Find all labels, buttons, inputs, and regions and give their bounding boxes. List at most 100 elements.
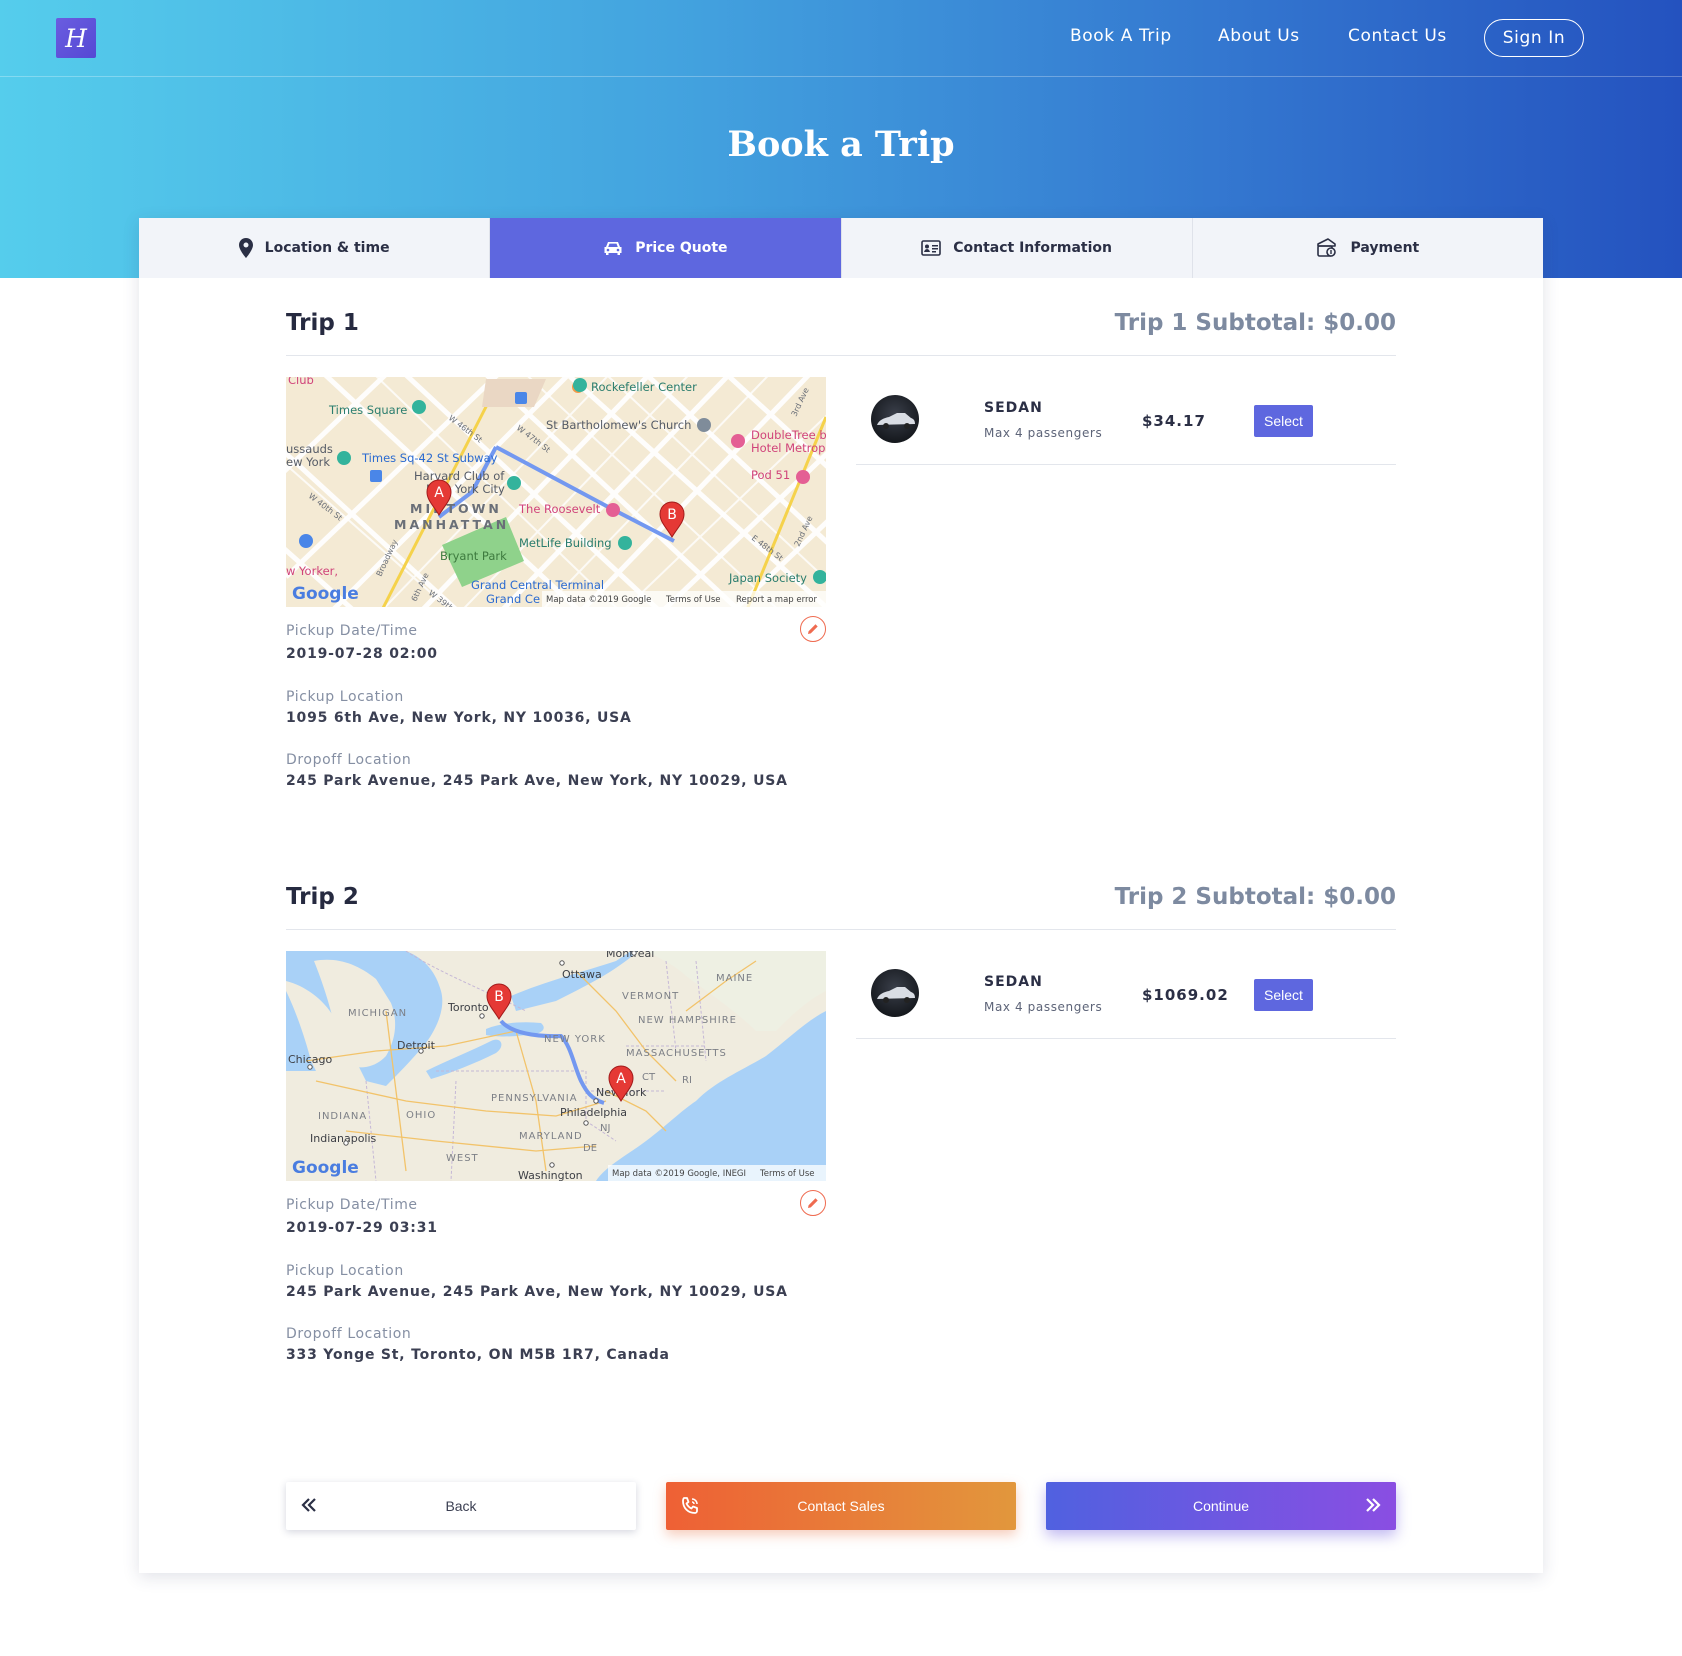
vehicle-avatar	[871, 395, 919, 443]
map-label: St Bartholomew's Church	[546, 418, 691, 432]
subway-icon	[515, 392, 527, 404]
tab-contact-information[interactable]: Contact Information	[841, 218, 1193, 278]
map-label: NEW HAMPSHIRE	[638, 1015, 737, 1026]
map-label: OHIO	[406, 1110, 436, 1121]
divider	[286, 929, 1396, 930]
trip-subtotal: Trip 2 Subtotal: $0.00	[1114, 884, 1396, 910]
map-label: The Roosevelt	[518, 502, 601, 516]
brand-logo[interactable]: H	[56, 18, 96, 58]
sign-in-button[interactable]: Sign In	[1484, 19, 1584, 57]
map-label: VERMONT	[622, 991, 679, 1002]
car-icon	[604, 242, 622, 255]
pickup-datetime: 2019-07-29 03:31	[286, 1220, 438, 1236]
map-attribution: Map data ©2019 Google, INEGI	[612, 1169, 746, 1179]
map-label: Ottawa	[562, 968, 602, 981]
tab-label: Price Quote	[635, 240, 728, 256]
map-label: MetLife Building	[519, 536, 612, 550]
pickup-datetime-label: Pickup Date/Time	[286, 623, 418, 639]
pickup-location-label: Pickup Location	[286, 689, 404, 705]
map-label: DoubleTree b	[751, 428, 826, 442]
map-label: MASSACHUSETTS	[626, 1048, 727, 1059]
map-label: Hotel Metrop	[751, 441, 825, 455]
nav-about-us[interactable]: About Us	[1218, 26, 1300, 46]
map-label: DE	[583, 1143, 597, 1154]
map-label: NJ	[600, 1123, 610, 1134]
map-label: MARYLAND	[519, 1131, 583, 1142]
map-label: Grand Ce	[486, 592, 540, 606]
marker-label: A	[434, 485, 444, 501]
map-label: MICHIGAN	[348, 1008, 407, 1019]
trip-title: Trip 2	[286, 884, 359, 910]
google-logo: Google	[292, 584, 359, 604]
pencil-icon	[808, 624, 818, 634]
map-terms-link[interactable]: Terms of Use	[759, 1169, 815, 1179]
sedan-image	[877, 413, 915, 429]
pickup-location: 1095 6th Ave, New York, NY 10036, USA	[286, 710, 632, 726]
route-map[interactable]: Montreal Ottawa MAINE VERMONT NEW HAMPSH…	[286, 951, 826, 1181]
edit-trip-button[interactable]	[800, 1190, 826, 1216]
map-label: WEST	[446, 1153, 479, 1164]
continue-button[interactable]: Continue	[1046, 1482, 1396, 1530]
map-terms-link[interactable]: Terms of Use	[665, 595, 721, 605]
contact-card-icon	[921, 240, 942, 256]
map-label: NEW YORK	[544, 1034, 606, 1045]
tab-payment[interactable]: Payment	[1192, 218, 1543, 278]
map-label: Times Square	[328, 403, 407, 417]
trip-title: Trip 1	[286, 310, 359, 336]
marker-label: A	[616, 1071, 626, 1087]
dropoff-location: 333 Yonge St, Toronto, ON M5B 1R7, Canad…	[286, 1347, 670, 1363]
divider	[286, 355, 1396, 356]
tab-price-quote[interactable]: Price Quote	[490, 218, 842, 278]
map-label: INDIANA	[318, 1111, 367, 1122]
poi-icon	[507, 476, 521, 490]
vehicle-name: SEDAN	[984, 400, 1043, 416]
vehicle-capacity: Max 4 passengers	[984, 426, 1103, 440]
pickup-datetime: 2019-07-28 02:00	[286, 646, 438, 662]
booking-steps: Location & time Price Quote Contact Info…	[139, 218, 1543, 278]
map-label: ew York	[286, 455, 330, 469]
vehicle-price: $34.17	[1142, 412, 1206, 430]
trip-section: Trip 2 Trip 2 Subtotal: $0.00 Montreal O…	[286, 884, 1396, 1363]
top-navbar: H Book A Trip About Us Contact Us Sign I…	[0, 0, 1682, 77]
poi-icon	[412, 400, 426, 414]
poi-icon	[697, 418, 711, 432]
edit-trip-button[interactable]	[800, 616, 826, 642]
select-vehicle-button[interactable]: Select	[1254, 405, 1313, 437]
marker-label: B	[667, 507, 677, 523]
region-map-image: Montreal Ottawa MAINE VERMONT NEW HAMPSH…	[286, 951, 826, 1181]
back-button[interactable]: Back	[286, 1482, 636, 1530]
city-map-image: Rockefeller Center Times Square St Barth…	[286, 377, 826, 607]
double-chevron-left-icon	[301, 1498, 316, 1512]
poi-icon	[299, 534, 313, 548]
map-label: Indianapolis	[310, 1132, 377, 1145]
map-label: MIDTOWN	[410, 501, 502, 516]
nav-contact-us[interactable]: Contact Us	[1348, 26, 1447, 46]
map-label: Club	[288, 377, 314, 387]
contact-sales-button[interactable]: Contact Sales	[666, 1482, 1016, 1530]
vehicle-option: SEDAN Max 4 passengers $1069.02 Select	[856, 951, 1396, 1039]
poi-icon	[606, 503, 620, 517]
map-pin-icon	[238, 238, 253, 258]
subway-icon	[370, 470, 382, 482]
dropoff-location-label: Dropoff Location	[286, 1326, 412, 1342]
route-map[interactable]: Rockefeller Center Times Square St Barth…	[286, 377, 826, 607]
map-attribution: Map data ©2019 Google	[546, 595, 651, 605]
map-report-link[interactable]: Report a map error	[736, 595, 817, 605]
pencil-icon	[808, 1198, 818, 1208]
map-label: CT	[642, 1072, 656, 1083]
trip-section: Trip 1 Trip 1 Subtotal: $0.00 Rockefelle…	[286, 310, 1396, 789]
tab-label: Payment	[1350, 240, 1420, 256]
map-label: w Yorker,	[286, 564, 338, 578]
tab-label: Contact Information	[953, 240, 1112, 256]
select-vehicle-button[interactable]: Select	[1254, 979, 1313, 1011]
pickup-location-label: Pickup Location	[286, 1263, 404, 1279]
vehicle-name: SEDAN	[984, 974, 1043, 990]
tab-location-and-time[interactable]: Location & time	[139, 218, 491, 278]
map-label: Times Sq-42 St Subway	[361, 451, 498, 465]
vehicle-avatar	[871, 969, 919, 1017]
vehicle-capacity: Max 4 passengers	[984, 1000, 1103, 1014]
map-label: Pod 51	[751, 468, 790, 482]
nav-book-a-trip[interactable]: Book A Trip	[1070, 26, 1172, 46]
map-label: RI	[682, 1075, 692, 1086]
map-label: Montreal	[606, 951, 654, 960]
